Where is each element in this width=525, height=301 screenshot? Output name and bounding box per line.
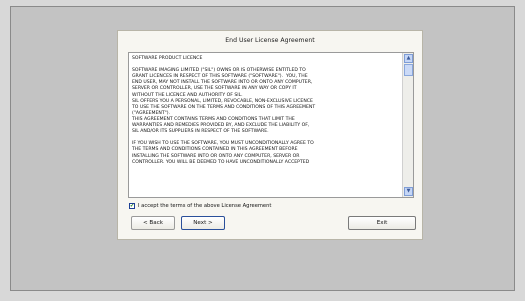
window-frame: End User License Agreement SOFTWARE PROD…: [10, 6, 515, 291]
scrollbar-thumb[interactable]: [404, 64, 413, 76]
dialog-title: End User License Agreement: [225, 37, 315, 44]
checkmark-icon: ✔: [130, 203, 135, 209]
scroll-up-icon[interactable]: ▲: [404, 54, 413, 63]
accept-terms-row[interactable]: ✔ I accept the terms of the above Licens…: [129, 202, 271, 210]
scroll-down-icon[interactable]: ▼: [404, 187, 413, 196]
license-dialog: End User License Agreement SOFTWARE PROD…: [117, 30, 423, 240]
accept-label[interactable]: I accept the terms of the above License …: [138, 203, 271, 209]
back-button[interactable]: < Back: [131, 216, 175, 230]
accept-checkbox[interactable]: ✔: [129, 203, 135, 209]
next-button[interactable]: Next >: [181, 216, 225, 230]
license-text-box[interactable]: SOFTWARE PRODUCT LICENCE SOFTWARE IMAGIN…: [128, 52, 414, 198]
license-text: SOFTWARE PRODUCT LICENCE SOFTWARE IMAGIN…: [132, 56, 316, 165]
vertical-scrollbar[interactable]: ▲ ▼: [402, 53, 413, 197]
exit-button[interactable]: Exit: [348, 216, 416, 230]
